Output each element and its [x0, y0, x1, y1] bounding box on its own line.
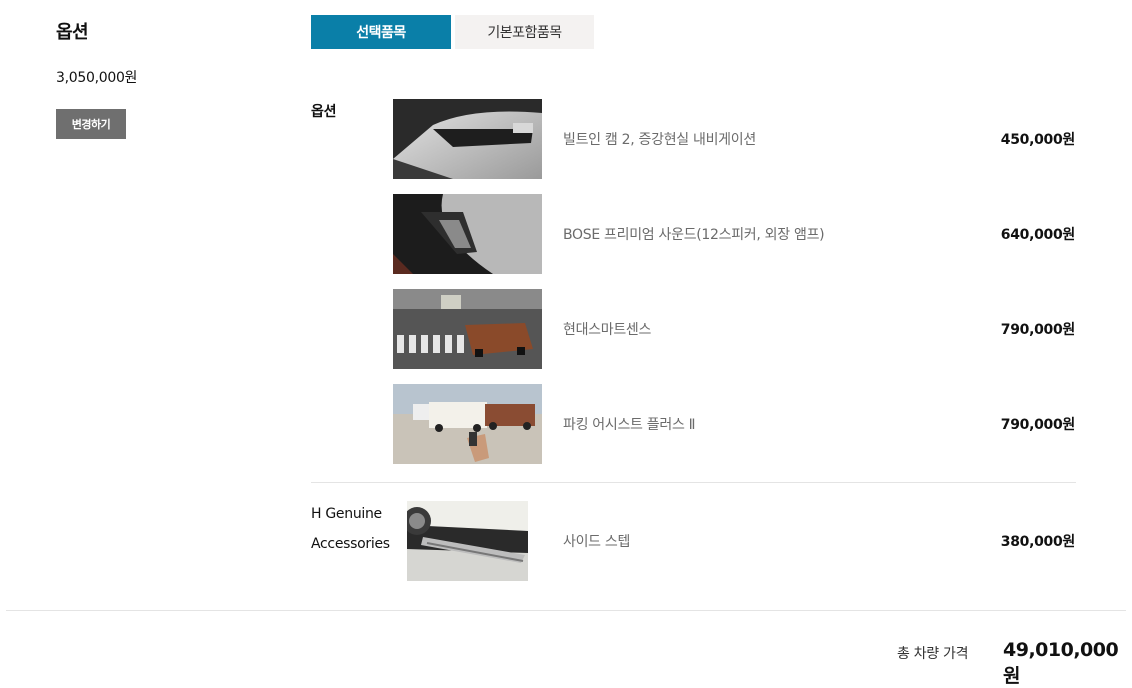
option-name: BOSE 프리미엄 사운드(12스피커, 외장 앰프) — [563, 227, 825, 243]
accessories-section-label-line2: Accessories — [311, 536, 390, 552]
total-price-label: 총 차량 가격 — [897, 646, 969, 662]
section-divider — [311, 482, 1076, 483]
side-step-photo-image — [407, 501, 528, 581]
dashcam-photo-image — [393, 99, 542, 179]
option-price: 640,000원 — [1000, 227, 1076, 243]
tab-default-items[interactable]: 기본포함품목 — [455, 15, 594, 49]
summary-price: 3,050,000원 — [56, 70, 138, 86]
option-name: 빌트인 캠 2, 증강현실 내비게이션 — [563, 132, 756, 148]
smart-sense-photo-image — [393, 289, 542, 369]
accessories-section-label-line1: H Genuine — [311, 506, 382, 522]
options-section-label: 옵션 — [311, 104, 337, 120]
option-price: 790,000원 — [1000, 322, 1076, 338]
total-price-value: 49,010,000 원 — [1003, 639, 1119, 687]
speaker-photo-image — [393, 194, 542, 274]
option-name: 현대스마트센스 — [563, 322, 652, 338]
total-divider — [6, 610, 1126, 611]
accessory-price: 380,000원 — [1000, 534, 1076, 550]
change-button[interactable]: 변경하기 — [56, 109, 126, 139]
option-price: 790,000원 — [1000, 417, 1076, 433]
option-name: 파킹 어시스트 플러스 Ⅱ — [563, 417, 696, 433]
option-price: 450,000원 — [1000, 132, 1076, 148]
parking-assist-photo-image — [393, 384, 542, 464]
summary-title: 옵션 — [56, 22, 89, 43]
tab-selected-items[interactable]: 선택품목 — [311, 15, 451, 49]
accessory-name: 사이드 스텝 — [563, 534, 631, 550]
